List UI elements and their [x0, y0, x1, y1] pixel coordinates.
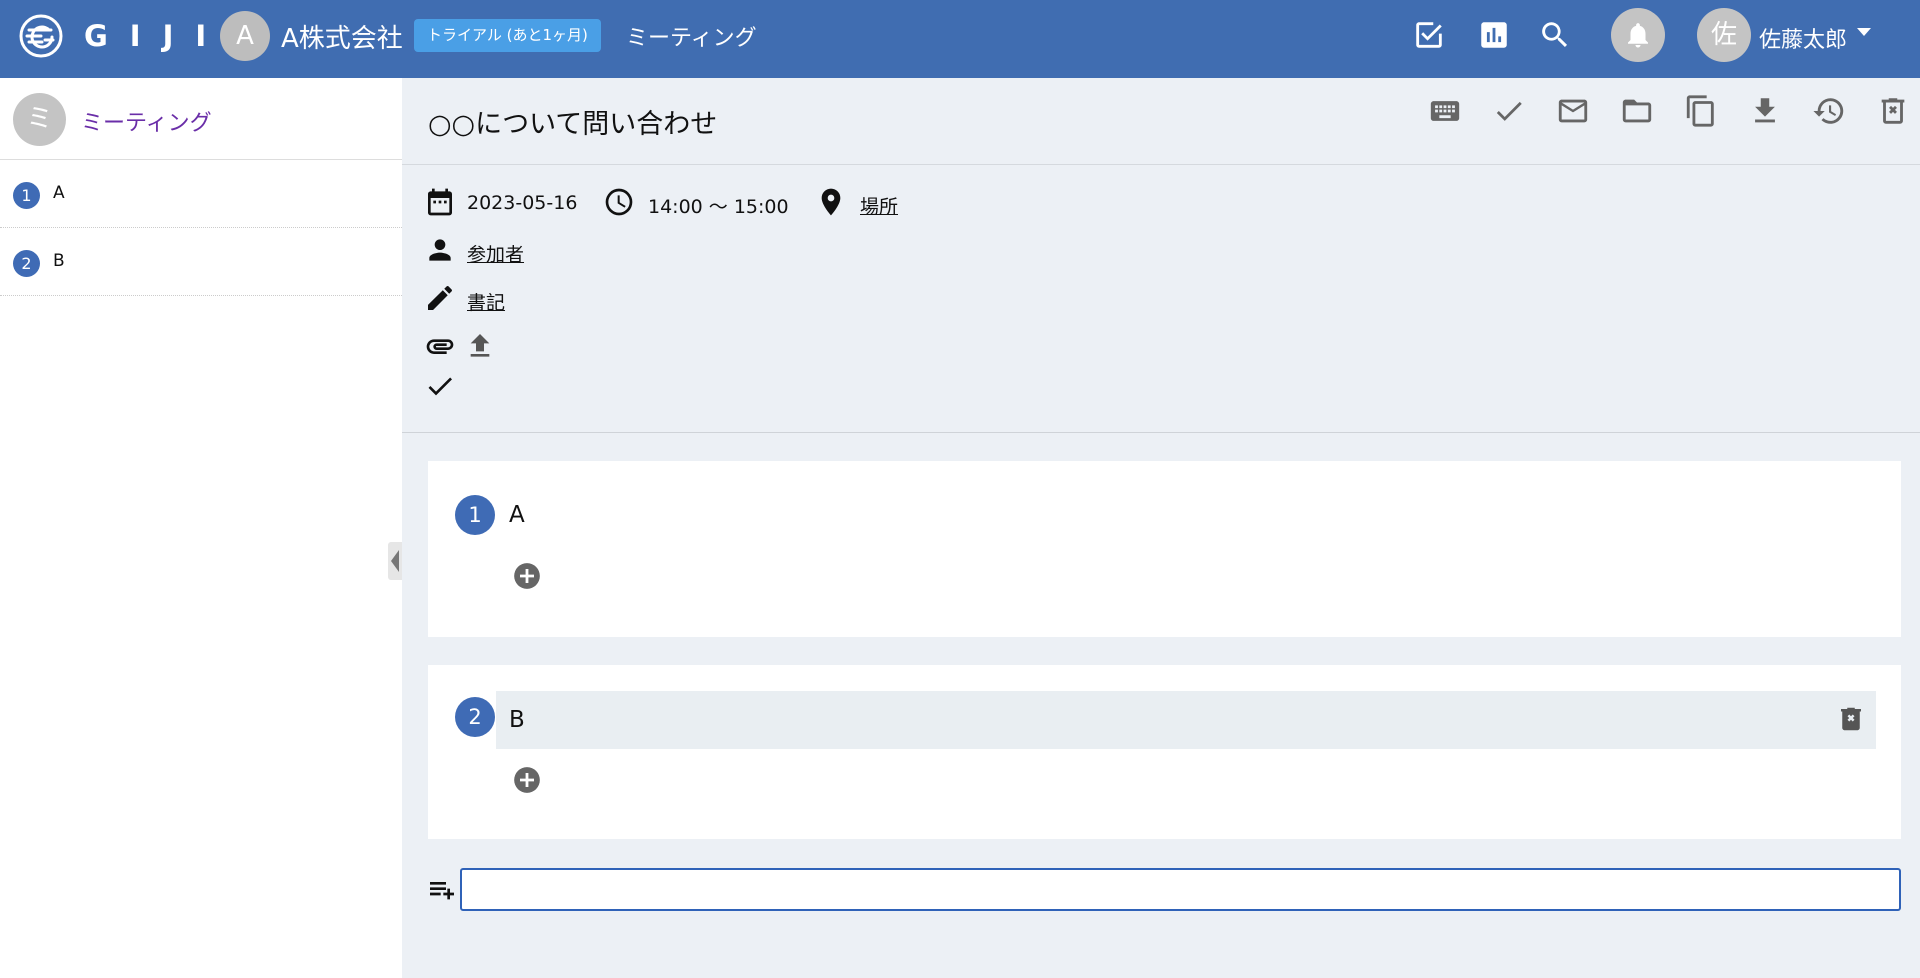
agenda-number: 1: [455, 495, 495, 535]
calendar-icon: [424, 186, 456, 218]
check-icon[interactable]: [1492, 94, 1526, 128]
agenda-title-row[interactable]: A: [496, 486, 1876, 544]
sidebar-item-label: B: [53, 251, 65, 271]
bell-icon[interactable]: [1611, 8, 1665, 62]
history-icon[interactable]: [1812, 94, 1846, 128]
checkmark-icon[interactable]: [424, 370, 456, 402]
new-agenda-input[interactable]: [460, 868, 1901, 911]
agenda-title-row[interactable]: B: [496, 691, 1876, 749]
sidebar-header[interactable]: ミ ミーティング: [0, 78, 402, 160]
sidebar-item-label: A: [53, 183, 65, 203]
location-icon: [815, 186, 847, 218]
caret-down-icon[interactable]: [1856, 26, 1872, 38]
pencil-icon: [424, 282, 456, 314]
sidebar-item-2[interactable]: 2 B: [0, 228, 402, 296]
download-icon[interactable]: [1748, 94, 1782, 128]
add-item-icon[interactable]: [513, 766, 541, 794]
chart-icon[interactable]: [1477, 18, 1511, 52]
agenda-number: 2: [455, 697, 495, 737]
section-title: ミーティング: [626, 26, 757, 51]
meeting-avatar: ミ: [13, 93, 66, 146]
participants-link[interactable]: 参加者: [467, 240, 524, 267]
clock-icon: [603, 186, 635, 218]
agenda-card: 1 A: [428, 461, 1901, 637]
delete-agenda-icon[interactable]: [1836, 704, 1866, 734]
agenda-title[interactable]: B: [509, 707, 525, 733]
sidebar-item-number: 2: [13, 250, 40, 277]
secretary-link[interactable]: 書記: [467, 288, 505, 315]
attachment-icon: [424, 330, 456, 362]
divider: [402, 432, 1920, 433]
meeting-time[interactable]: 14:00 〜 15:00: [648, 192, 789, 219]
keyboard-icon[interactable]: [1428, 94, 1462, 128]
copy-icon[interactable]: [1684, 94, 1718, 128]
user-name[interactable]: 佐藤太郎: [1759, 22, 1847, 54]
org-name[interactable]: A株式会社: [281, 18, 403, 55]
meeting-date[interactable]: 2023-05-16: [467, 192, 577, 214]
mail-icon[interactable]: [1556, 94, 1590, 128]
sidebar-title[interactable]: ミーティング: [81, 105, 212, 137]
delete-icon[interactable]: [1876, 94, 1910, 128]
playlist-add-icon: [426, 874, 458, 906]
location-link[interactable]: 場所: [860, 192, 898, 219]
upload-icon[interactable]: [464, 330, 496, 362]
main-panel: ○○について問い合わせ 2023-05-16 14:00 〜 15:00 場所 …: [402, 78, 1920, 978]
top-bar: GIJI A A株式会社 トライアル (あと1ヶ月) ミーティング 佐 佐藤太郎: [0, 0, 1920, 78]
agenda-card: 2 B: [428, 665, 1901, 839]
folder-icon[interactable]: [1620, 94, 1654, 128]
sidebar-item-1[interactable]: 1 A: [0, 160, 402, 228]
logo-text[interactable]: GIJI: [84, 19, 228, 53]
divider: [402, 164, 1920, 165]
trial-badge[interactable]: トライアル (あと1ヶ月): [414, 19, 601, 52]
giji-logo-icon[interactable]: [18, 13, 64, 59]
sidebar: ミ ミーティング 1 A 2 B: [0, 78, 402, 978]
task-check-icon[interactable]: [1412, 18, 1446, 52]
agenda-title[interactable]: A: [509, 502, 525, 528]
collapse-sidebar-icon[interactable]: [388, 542, 402, 580]
org-avatar[interactable]: A: [220, 11, 270, 61]
user-avatar[interactable]: 佐: [1697, 8, 1751, 62]
add-item-icon[interactable]: [513, 562, 541, 590]
person-icon: [424, 234, 456, 266]
search-icon[interactable]: [1538, 18, 1572, 52]
page-title[interactable]: ○○について問い合わせ: [428, 102, 717, 141]
sidebar-item-number: 1: [13, 182, 40, 209]
